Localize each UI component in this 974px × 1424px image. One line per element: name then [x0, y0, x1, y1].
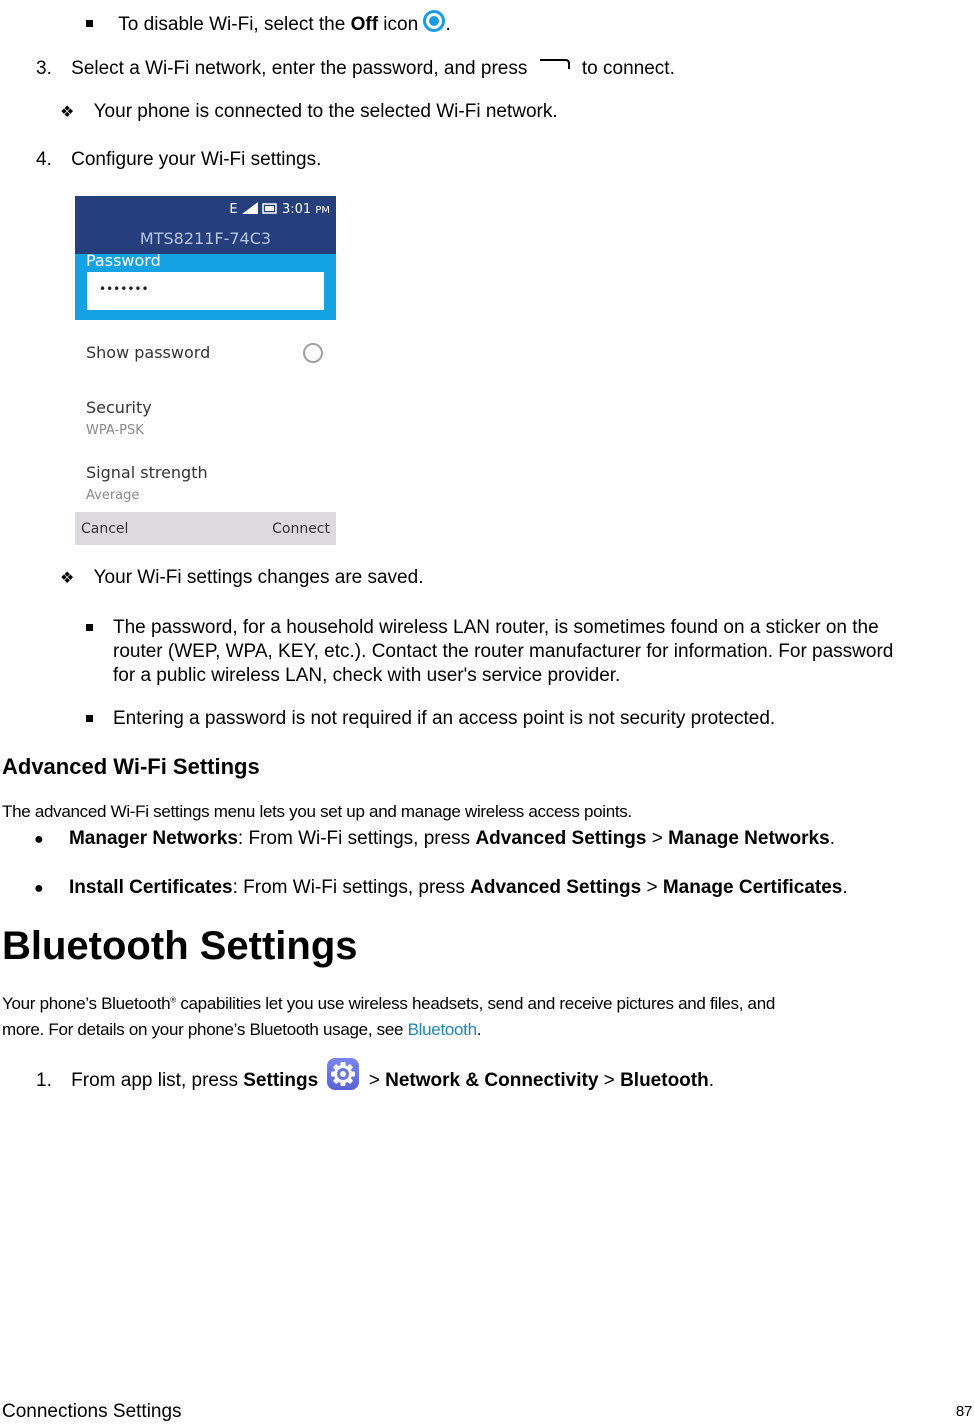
signal-strength-label: Signal strength — [86, 463, 208, 482]
item-path: Advanced Settings — [475, 828, 647, 849]
item-text: : From Wi-Fi settings, press — [237, 828, 476, 849]
settings-gear-icon — [327, 1058, 360, 1090]
item-title: Manager Networks — [68, 828, 238, 849]
signal-icon — [241, 202, 258, 214]
step-3: 3. Select a Wi-Fi network, enter the pas… — [36, 58, 675, 80]
step-number: 4. — [36, 149, 52, 170]
para-text: Your phone’s Bluetooth — [2, 994, 171, 1013]
bluetooth-link[interactable]: Bluetooth — [408, 1020, 477, 1039]
step-bold: Network & Connectivity — [385, 1070, 599, 1091]
connect-softkey[interactable]: Connect — [272, 521, 330, 537]
advanced-item-install-certificates: ● Install Certificates: From Wi-Fi setti… — [34, 877, 848, 899]
step-text: From app list, press — [71, 1070, 244, 1091]
item-path: Advanced Settings — [470, 877, 642, 898]
page-number: 87 — [955, 1403, 972, 1420]
show-password-radio[interactable] — [303, 343, 323, 363]
item-end: . — [829, 828, 835, 849]
advanced-intro: The advanced Wi-Fi settings menu lets yo… — [2, 802, 632, 821]
para-text: more. For details on your phone’s Blueto… — [2, 1020, 408, 1039]
step-text: icon — [378, 14, 419, 35]
status-indicators: E 3:01 PM — [229, 202, 330, 217]
show-password-label[interactable]: Show password — [86, 343, 210, 362]
step-4: 4. Configure your Wi-Fi settings. — [36, 149, 321, 171]
result-connected: ❖ Your phone is connected to the selecte… — [60, 101, 558, 123]
para-text: capabilities let you use wireless headse… — [175, 994, 776, 1013]
password-label: Password — [86, 251, 161, 270]
step-text: to connect. — [581, 58, 675, 79]
battery-icon — [262, 203, 277, 214]
clock-time: 3:01 — [281, 202, 312, 217]
diamond-bullet-icon: ❖ — [60, 104, 75, 121]
result-saved: ❖ Your Wi-Fi settings changes are saved. — [60, 567, 423, 589]
bluetooth-para-line1: Your phone’s Bluetooth® capabilities let… — [2, 994, 974, 1014]
note-line: for a public wireless LAN, check with us… — [113, 665, 621, 686]
note-line: The password, for a household wireless L… — [113, 617, 879, 638]
bluetooth-para-line2: more. For details on your phone’s Blueto… — [2, 1020, 482, 1040]
bluetooth-step-1: 1. From app list, press Settings > Netwo… — [36, 1058, 714, 1092]
note-line: router (WEP, WPA, KEY, etc.). Contact th… — [113, 641, 894, 662]
phone-screenshot: E 3:01 PM MTS8211F-74C3 Password •••••••… — [75, 196, 336, 545]
step-bold: Settings — [243, 1070, 319, 1091]
section-heading-advanced-wifi: Advanced Wi-Fi Settings — [2, 754, 260, 779]
item-sep: > — [641, 877, 663, 898]
advanced-item-manage-networks: ● Manager Networks: From Wi-Fi settings,… — [34, 828, 835, 850]
softkey-right-icon — [539, 58, 571, 69]
step-text: Configure your Wi-Fi settings. — [71, 149, 322, 170]
security-value: WPA-PSK — [86, 423, 144, 438]
para-end: . — [476, 1020, 482, 1039]
step-bold: Bluetooth — [620, 1070, 709, 1091]
network-name: MTS8211F-74C3 — [139, 229, 272, 248]
item-path: Manage Certificates — [662, 877, 843, 898]
item-text: : From Wi-Fi settings, press — [232, 877, 471, 898]
step-number: 1. — [36, 1070, 52, 1091]
signal-strength-value: Average — [86, 488, 140, 503]
result-text: Your Wi-Fi settings changes are saved. — [93, 567, 424, 588]
step-disable-wifi: To disable Wi-Fi, select the Off icon . — [86, 10, 451, 36]
radio-selected-icon — [423, 10, 446, 32]
cancel-softkey[interactable]: Cancel — [81, 521, 128, 537]
clock-ampm: PM — [315, 205, 330, 216]
square-bullet-icon — [86, 624, 93, 631]
step-text: Select a Wi-Fi network, enter the passwo… — [71, 58, 528, 79]
square-bullet-icon — [86, 715, 93, 722]
step-end: . — [445, 14, 451, 35]
square-bullet-icon — [86, 20, 93, 27]
item-title: Install Certificates — [68, 877, 233, 898]
step-end: . — [708, 1070, 714, 1091]
note-line: Entering a password is not required if a… — [113, 708, 776, 729]
footer-section-title: Connections Settings — [2, 1401, 182, 1422]
result-text: Your phone is connected to the selected … — [93, 101, 558, 122]
note-no-password: Entering a password is not required if a… — [86, 707, 775, 731]
step-sep: > — [598, 1070, 621, 1091]
step-number: 3. — [36, 58, 52, 79]
password-value: ••••••• — [99, 282, 149, 296]
note-password: The password, for a household wireless L… — [86, 616, 893, 688]
item-end: . — [842, 877, 848, 898]
diamond-bullet-icon: ❖ — [60, 570, 75, 587]
security-label: Security — [86, 398, 152, 417]
item-path: Manage Networks — [668, 828, 830, 849]
dot-bullet-icon: ● — [34, 880, 44, 897]
step-text: To disable Wi-Fi, select the — [118, 14, 351, 35]
step-sep: > — [368, 1070, 386, 1091]
item-sep: > — [646, 828, 669, 849]
section-heading-bluetooth: Bluetooth Settings — [2, 924, 358, 968]
step-bold: Off — [350, 14, 379, 35]
network-type: E — [229, 202, 238, 217]
dot-bullet-icon: ● — [34, 831, 44, 848]
